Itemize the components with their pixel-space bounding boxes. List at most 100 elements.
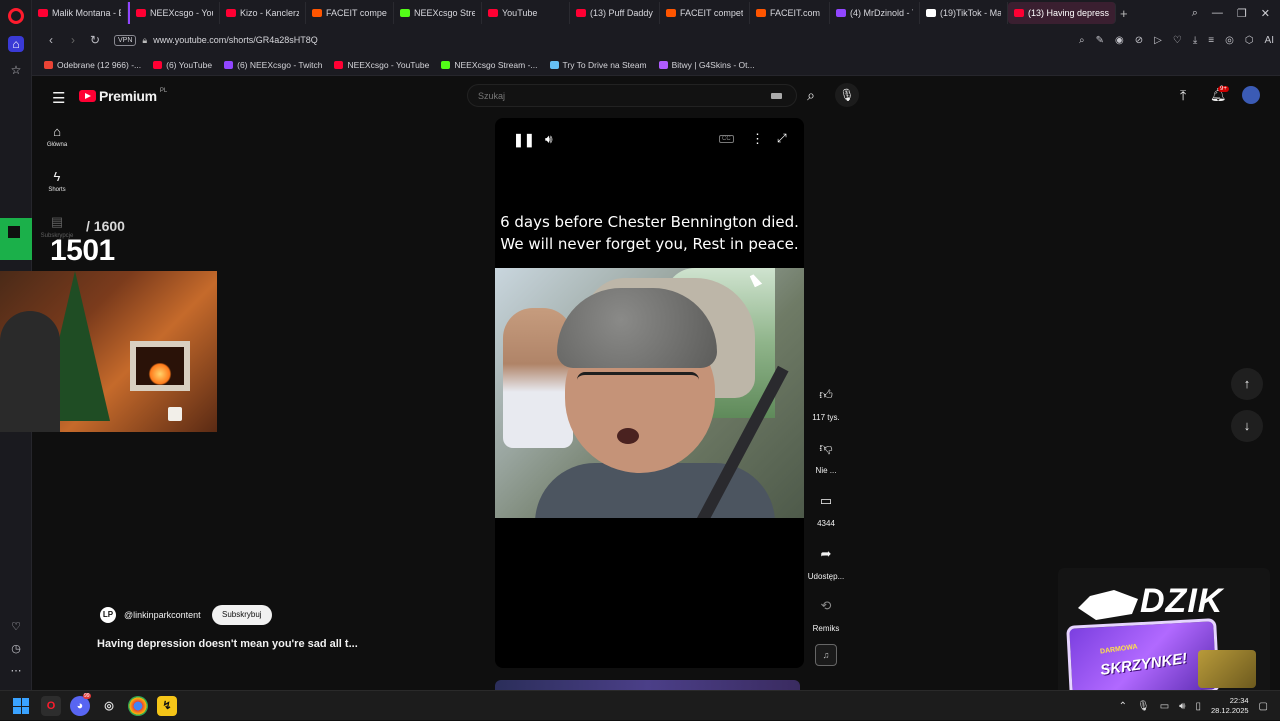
- profile-icon[interactable]: ◎: [1225, 35, 1234, 46]
- voice-search-mic-icon[interactable]: 🎙︎: [835, 83, 859, 107]
- search-box: [467, 84, 797, 107]
- tray-overflow-chevron-icon[interactable]: ⌃: [1119, 701, 1127, 712]
- tab-neexcsgo-youtube[interactable]: NEEXcsgo - YouTub: [128, 2, 220, 24]
- bookmark-youtube[interactable]: (6) YouTube: [153, 60, 212, 70]
- system-clock[interactable]: 22:34 28.12.2025: [1211, 696, 1249, 716]
- vpn-badge[interactable]: VPN: [114, 34, 137, 46]
- player-icon[interactable]: ▷: [1154, 35, 1162, 46]
- extensions-icon[interactable]: ⬡: [1245, 35, 1254, 46]
- bookmark-neexcsgo-youtube[interactable]: NEEXcsgo - YouTube: [334, 60, 429, 70]
- account-avatar[interactable]: [1242, 86, 1260, 104]
- bookmark-twitch[interactable]: (6) NEEXcsgo - Twitch: [224, 60, 322, 70]
- search-input[interactable]: [478, 85, 738, 106]
- previous-short-arrow-up-icon[interactable]: ↑: [1231, 368, 1263, 400]
- streamer: [0, 311, 60, 432]
- reload-button[interactable]: ↻: [84, 33, 106, 47]
- maximize-button[interactable]: ❐: [1237, 7, 1247, 20]
- channel-avatar[interactable]: LP: [100, 607, 116, 623]
- audio-sound-icon[interactable]: ♫: [815, 644, 837, 666]
- captions-icon[interactable]: CC: [719, 135, 734, 143]
- youtube-favicon-icon: [488, 9, 498, 17]
- share-button[interactable]: ➦ Udostęp...: [804, 537, 848, 581]
- menu-lines-icon[interactable]: ≡: [1208, 35, 1214, 46]
- mic-tray-icon[interactable]: 🎙︎: [1137, 701, 1150, 712]
- streamer-webcam: [0, 271, 217, 432]
- tab-faceit-competitive[interactable]: FACEIT competitive: [306, 2, 394, 24]
- hamburger-menu-icon[interactable]: ☰: [52, 89, 65, 107]
- keyboard-icon[interactable]: [771, 93, 782, 99]
- pause-icon[interactable]: ❚❚: [513, 132, 535, 148]
- sub-goal-icon: [0, 218, 32, 260]
- discord-taskbar-icon[interactable]: ◕: [70, 696, 90, 716]
- close-window-button[interactable]: ✕: [1261, 7, 1270, 20]
- heart-icon[interactable]: ♡: [1173, 35, 1182, 46]
- edit-icon[interactable]: ✎: [1096, 35, 1104, 46]
- download-icon[interactable]: ⤓: [1193, 35, 1197, 46]
- more-options-icon[interactable]: ⋮: [751, 131, 764, 147]
- network-tray-icon[interactable]: ▭: [1160, 701, 1169, 712]
- opera-speed-dial-icon[interactable]: ☆: [8, 62, 24, 78]
- heart-icon[interactable]: ♡: [0, 620, 32, 642]
- opera-logo-icon[interactable]: [8, 8, 24, 24]
- mouth: [617, 428, 639, 444]
- next-short-arrow-down-icon[interactable]: ↓: [1231, 410, 1263, 442]
- opera-taskbar-icon[interactable]: O: [41, 696, 61, 716]
- shorts-player[interactable]: ❚❚ 🔊︎ CC ⋮ ⤢ 6 days before Chester Benni…: [495, 118, 804, 668]
- battery-tray-icon[interactable]: ▯: [1195, 701, 1201, 712]
- fullscreen-icon[interactable]: ⤢: [777, 131, 787, 146]
- new-tab-button[interactable]: +: [1120, 6, 1128, 21]
- tab-kizo[interactable]: Kizo - Kanclerz ale t: [220, 2, 306, 24]
- upload-icon[interactable]: ⤒: [1180, 87, 1186, 104]
- search-tabs-icon[interactable]: ⌕: [1192, 7, 1198, 20]
- tab-malik-montana[interactable]: Malik Montana - Bi: [32, 2, 128, 24]
- volume-icon[interactable]: 🔊︎: [545, 132, 553, 147]
- bookmark-g4skins[interactable]: Bitwy | G4Skins - Ot...: [658, 60, 755, 70]
- tab-faceit-competitive-2[interactable]: FACEIT competitive: [660, 2, 750, 24]
- camera-icon[interactable]: ◉: [1115, 35, 1124, 46]
- minimize-button[interactable]: —: [1212, 7, 1223, 19]
- tab-label: FACEIT competitive: [680, 8, 743, 18]
- tab-neexcsgo-stream[interactable]: NEEXcsgo Stream -: [394, 2, 482, 24]
- tab-faceit-com[interactable]: FACEIT.com: [750, 2, 830, 24]
- subscribe-button[interactable]: Subskrybuj: [212, 605, 272, 625]
- history-icon[interactable]: ◷: [0, 642, 32, 664]
- channel-handle[interactable]: @linkinparkcontent: [124, 610, 201, 620]
- adblock-icon[interactable]: ⊘: [1135, 35, 1143, 46]
- search-page-icon[interactable]: ⌕: [1079, 35, 1085, 46]
- youtube-premium-logo[interactable]: Premium PL: [79, 88, 167, 104]
- dislike-button[interactable]: 👎︎ Nie ...: [804, 431, 848, 475]
- guide-item-shorts[interactable]: ϟ Shorts: [40, 169, 74, 193]
- url-field[interactable]: www.youtube.com/shorts/GR4a28sHT8Q: [153, 35, 318, 45]
- video-title[interactable]: Having depression doesn't mean you're sa…: [97, 638, 358, 650]
- bookmark-steam[interactable]: Try To Drive na Steam: [549, 60, 647, 70]
- opera-bottom-icons: ♡ ◷ ⋯: [0, 620, 32, 686]
- tab-youtube[interactable]: YouTube: [482, 2, 570, 24]
- tab-label: FACEIT competitive: [326, 8, 387, 18]
- tab-tiktok[interactable]: (19)TikTok - Make Y: [920, 2, 1008, 24]
- windows-start-icon[interactable]: [13, 698, 29, 714]
- lock-icon[interactable]: 🔒︎: [142, 35, 147, 46]
- mug: [168, 407, 182, 421]
- next-short-preview[interactable]: [495, 680, 800, 690]
- guide-item-home[interactable]: ⌂ Główna: [40, 124, 74, 148]
- comments-button[interactable]: ▭ 4344: [804, 484, 848, 528]
- like-button[interactable]: 👍︎ 117 tys.: [804, 378, 848, 422]
- remix-button[interactable]: ⟲ Remiks: [804, 589, 848, 633]
- more-dots-icon[interactable]: ⋯: [0, 664, 32, 686]
- chrome-taskbar-icon[interactable]: [128, 696, 148, 716]
- opera-home-icon[interactable]: ⌂: [8, 36, 24, 52]
- search-button[interactable]: ⌕: [798, 84, 824, 107]
- forward-button[interactable]: ›: [62, 33, 84, 47]
- bookmark-neexcsgo-stream[interactable]: NEEXcsgo Stream -...: [441, 60, 538, 70]
- tab-puff-daddy[interactable]: (13) Puff Daddy [fe: [570, 2, 660, 24]
- volume-tray-icon[interactable]: 🔊︎: [1179, 701, 1185, 712]
- tab-label: (4) MrDzinold - Tw: [850, 8, 913, 18]
- notification-center-icon[interactable]: ▢: [1259, 701, 1268, 712]
- aria-ai-icon[interactable]: AI: [1265, 35, 1274, 46]
- tab-having-depression-active[interactable]: (13) Having depressio: [1008, 2, 1116, 24]
- back-button[interactable]: ‹: [40, 33, 62, 47]
- tab-mrdzinold-twitch[interactable]: (4) MrDzinold - Tw: [830, 2, 920, 24]
- bookmark-gmail[interactable]: Odebrane (12 966) -...: [44, 60, 141, 70]
- app-taskbar-icon[interactable]: ↯: [157, 696, 177, 716]
- obs-taskbar-icon[interactable]: ◎: [99, 696, 119, 716]
